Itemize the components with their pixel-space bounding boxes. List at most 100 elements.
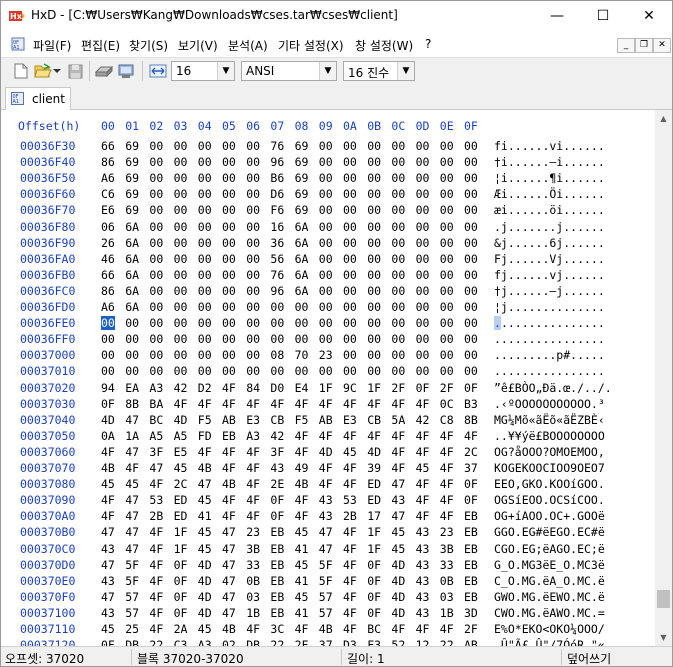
hex-byte[interactable]: 00 xyxy=(319,332,333,346)
ascii-text[interactable]: fj......vj...... xyxy=(494,268,605,282)
hex-byte[interactable]: 47 xyxy=(101,590,115,604)
hex-byte[interactable]: 1B xyxy=(246,606,260,620)
hex-byte[interactable]: EB xyxy=(464,558,478,572)
hex-byte[interactable]: 00 xyxy=(391,252,405,266)
hex-byte[interactable]: 4F xyxy=(343,558,357,572)
hex-byte[interactable]: 2F xyxy=(295,638,309,646)
hex-byte[interactable]: 1B xyxy=(440,606,454,620)
hex-byte[interactable]: 0F xyxy=(101,638,115,646)
hex-byte[interactable]: 47 xyxy=(391,509,405,523)
document-icon[interactable]: 0F A1 xyxy=(11,37,25,51)
hex-byte[interactable]: 45 xyxy=(101,477,115,491)
hex-byte[interactable]: 45 xyxy=(295,590,309,604)
hex-byte[interactable]: 00 xyxy=(343,332,357,346)
hex-byte[interactable]: 4F xyxy=(149,477,163,491)
hex-byte[interactable]: 69 xyxy=(295,187,309,201)
hex-byte[interactable]: 23 xyxy=(246,525,260,539)
hex-byte[interactable]: 4F xyxy=(343,622,357,636)
ascii-text[interactable]: ................ xyxy=(494,332,605,346)
hex-byte[interactable]: 00 xyxy=(149,236,163,250)
hex-byte[interactable]: 96 xyxy=(270,155,284,169)
hex-byte[interactable]: 6A xyxy=(125,252,139,266)
hex-byte[interactable]: 00 xyxy=(222,203,236,217)
hex-byte[interactable]: 5F xyxy=(125,574,139,588)
hex-byte[interactable]: 00 xyxy=(367,348,381,362)
hex-byte[interactable]: 4F xyxy=(149,590,163,604)
hex-byte[interactable]: 12 xyxy=(416,638,430,646)
hex-byte[interactable]: 00 xyxy=(222,300,236,314)
hex-byte[interactable]: 41 xyxy=(295,574,309,588)
hex-byte[interactable]: 45 xyxy=(125,477,139,491)
hex-byte[interactable]: 47 xyxy=(319,542,333,556)
open-file-button[interactable] xyxy=(33,61,53,81)
ascii-text[interactable]: MG¼Mõ«ãËõ«ãËZBÈ‹ xyxy=(494,413,605,427)
hex-byte[interactable]: 00 xyxy=(367,332,381,346)
hex-byte[interactable]: 00 xyxy=(416,236,430,250)
hex-byte[interactable]: ED xyxy=(174,493,188,507)
hex-byte[interactable]: 00 xyxy=(246,139,260,153)
hex-byte[interactable]: 00 xyxy=(174,348,188,362)
hex-byte[interactable]: 45 xyxy=(416,461,430,475)
hex-byte[interactable]: 00 xyxy=(149,316,163,330)
hex-byte[interactable]: 00 xyxy=(149,155,163,169)
hex-byte[interactable]: 00 xyxy=(246,203,260,217)
tab-client[interactable]: 0F A1 client xyxy=(5,87,71,110)
hex-byte[interactable]: 00 xyxy=(464,284,478,298)
hex-byte[interactable]: 00 xyxy=(343,316,357,330)
menu-extras[interactable]: 기타 설정(X) xyxy=(278,37,344,54)
hex-byte[interactable]: 45 xyxy=(101,622,115,636)
hex-byte[interactable]: 00 xyxy=(246,155,260,169)
hex-byte[interactable]: 45 xyxy=(295,525,309,539)
ascii-text[interactable]: fi......vi...... xyxy=(494,139,605,153)
hex-byte[interactable]: 4F xyxy=(101,445,115,459)
ascii-text[interactable]: KOGEKOOCIOO9OEO7 xyxy=(494,461,605,475)
hex-byte[interactable]: 00 xyxy=(222,236,236,250)
hex-byte[interactable]: 00 xyxy=(222,332,236,346)
hex-byte[interactable]: 00 xyxy=(270,332,284,346)
hex-byte[interactable]: 43 xyxy=(319,493,333,507)
hex-byte[interactable]: 0F xyxy=(270,509,284,523)
hex-byte[interactable]: 00 xyxy=(270,364,284,378)
hex-byte[interactable]: 00 xyxy=(416,252,430,266)
close-button[interactable]: ✕ xyxy=(626,1,672,31)
ascii-text[interactable]: ................ xyxy=(494,364,605,378)
hex-byte[interactable]: 33 xyxy=(246,558,260,572)
ascii-text[interactable]: .j.......j...... xyxy=(494,220,605,234)
hex-byte[interactable]: 76 xyxy=(270,139,284,153)
hex-byte[interactable]: 00 xyxy=(222,364,236,378)
hex-byte[interactable]: EB xyxy=(270,525,284,539)
hex-byte[interactable]: AB xyxy=(222,413,236,427)
hex-byte[interactable]: 00 xyxy=(198,300,212,314)
hex-byte[interactable]: 47 xyxy=(222,525,236,539)
maximize-button[interactable]: ☐ xyxy=(580,1,626,31)
hex-byte[interactable]: 00 xyxy=(416,300,430,314)
hex-byte[interactable]: 9C xyxy=(343,381,357,395)
hex-byte[interactable]: 00 xyxy=(391,139,405,153)
hex-byte[interactable]: 25 xyxy=(125,622,139,636)
hex-byte[interactable]: 00 xyxy=(174,236,188,250)
hex-byte[interactable]: 00 xyxy=(440,252,454,266)
hex-byte[interactable]: 4D xyxy=(174,413,188,427)
hex-byte[interactable]: 0F xyxy=(101,397,115,411)
hex-byte[interactable]: 2C xyxy=(464,445,478,459)
hex-byte[interactable]: 4F xyxy=(343,429,357,443)
hex-byte[interactable]: 00 xyxy=(440,332,454,346)
hex-byte[interactable]: AB xyxy=(464,638,478,646)
hex-byte[interactable]: 0B xyxy=(246,574,260,588)
hex-byte[interactable]: 0F xyxy=(367,606,381,620)
hex-byte[interactable]: 47 xyxy=(125,445,139,459)
hex-byte[interactable]: 4F xyxy=(198,445,212,459)
hex-byte[interactable]: 47 xyxy=(149,461,163,475)
hex-byte[interactable]: 69 xyxy=(125,171,139,185)
hex-byte[interactable]: 00 xyxy=(149,348,163,362)
hex-byte[interactable]: 4B xyxy=(222,477,236,491)
hex-byte[interactable]: 43 xyxy=(101,542,115,556)
hex-byte[interactable]: F5 xyxy=(295,413,309,427)
hex-byte[interactable]: 00 xyxy=(464,348,478,362)
hex-byte[interactable]: DB xyxy=(125,638,139,646)
hex-byte[interactable]: 00 xyxy=(391,187,405,201)
hex-byte[interactable]: 00 xyxy=(416,284,430,298)
hex-byte[interactable]: 00 xyxy=(149,300,163,314)
hex-byte[interactable]: 00 xyxy=(295,364,309,378)
hex-byte[interactable]: 4F xyxy=(440,477,454,491)
